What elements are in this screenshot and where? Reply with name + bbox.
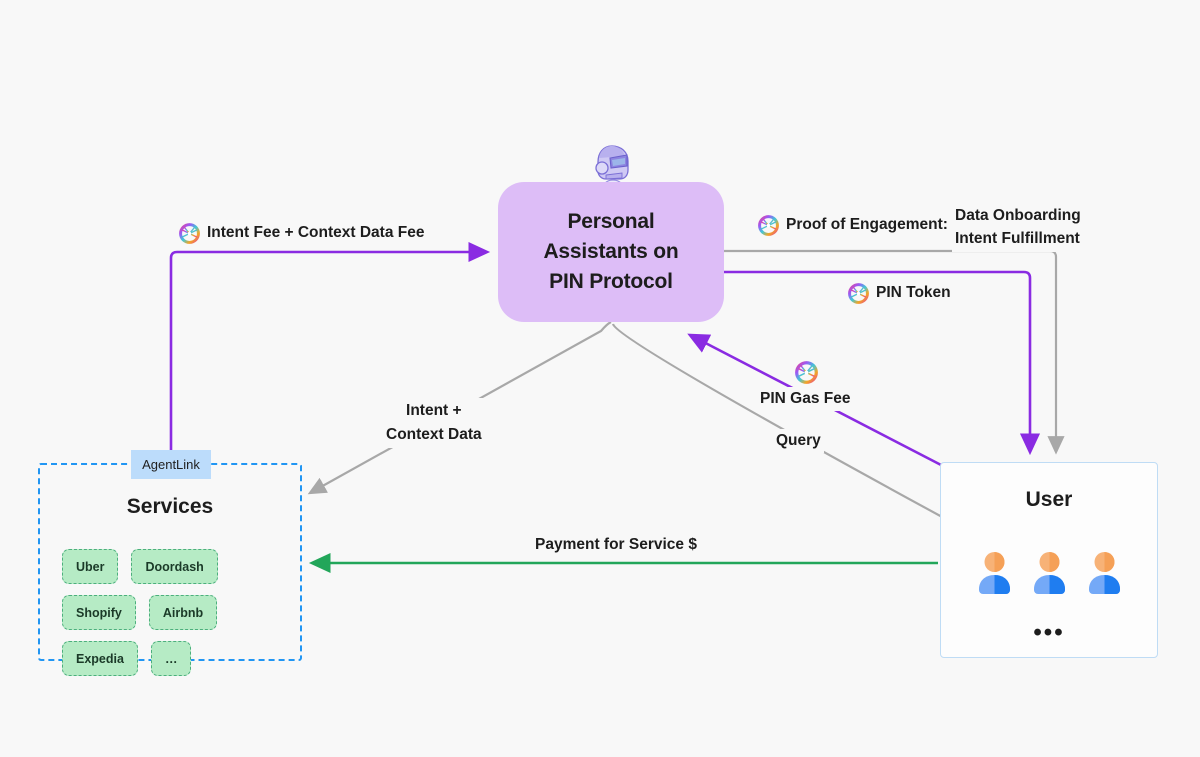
user-title: User [1025, 488, 1073, 511]
pin-token-icon [795, 361, 818, 384]
edge-label-proof-detail: Data Onboarding Intent Fulfillment [952, 203, 1084, 252]
proof-detail-line-2: Intent Fulfillment [955, 230, 1080, 248]
pin-protocol-node[interactable]: Personal Assistants on PIN Protocol [498, 182, 724, 322]
edge-label-query: Query [773, 429, 824, 454]
service-chip[interactable]: … [150, 641, 192, 676]
services-title: Services [126, 495, 214, 518]
diagram-canvas: Personal Assistants on PIN Protocol Serv… [0, 0, 1200, 757]
person-icon [978, 552, 1010, 594]
service-chip[interactable]: Airbnb [148, 595, 218, 630]
edge-label-text: Intent Fee + Context Data Fee [207, 224, 425, 241]
pin-title-line-1: Personal [567, 210, 655, 234]
edge-label-text: Proof of Engagement: [786, 216, 948, 233]
edge-label-proof-of-engagement: Proof of Engagement: [755, 213, 951, 238]
edge-label-pin-token: PIN Token [845, 281, 954, 306]
edge-label-text: PIN Token [876, 284, 951, 301]
service-chip[interactable]: Uber [62, 549, 119, 584]
proof-detail-line-1: Data Onboarding [955, 207, 1081, 224]
service-chip[interactable]: Expedia [62, 641, 138, 676]
edge-label-intent-fee: Intent Fee + Context Data Fee [176, 221, 428, 246]
user-node[interactable]: User ••• [940, 462, 1158, 658]
agentlink-tab[interactable]: AgentLink [131, 450, 211, 479]
pin-token-icon [758, 214, 779, 236]
user-avatars [941, 551, 1157, 594]
person-icon [1088, 552, 1120, 594]
pin-token-icon [179, 222, 200, 244]
service-chip[interactable]: Shopify [62, 595, 136, 630]
edge-label-intent-context-data: Intent + Context Data [383, 398, 485, 449]
user-more-indicator: ••• [1033, 619, 1065, 646]
services-chip-grid: Uber Doordash Shopify Airbnb Expedia … [62, 549, 286, 676]
pin-title-line-3: PIN Protocol [549, 269, 673, 293]
pin-title-line-2: Assistants on [543, 240, 679, 264]
edge-query [611, 323, 945, 519]
intent-context-line-2: Context Data [386, 426, 482, 444]
person-icon [1033, 552, 1065, 594]
service-chip[interactable]: Doordash [131, 549, 218, 584]
pin-protocol-title: Personal Assistants on PIN Protocol [543, 207, 678, 296]
edge-label-payment-for-service: Payment for Service $ [532, 533, 700, 558]
services-node[interactable]: Services Uber Doordash Shopify Airbnb Ex… [38, 463, 302, 676]
edge-label-pin-gas-fee: PIN Gas Fee [757, 387, 854, 412]
pin-token-icon [848, 282, 869, 304]
intent-context-line-1: Intent + [406, 402, 462, 419]
